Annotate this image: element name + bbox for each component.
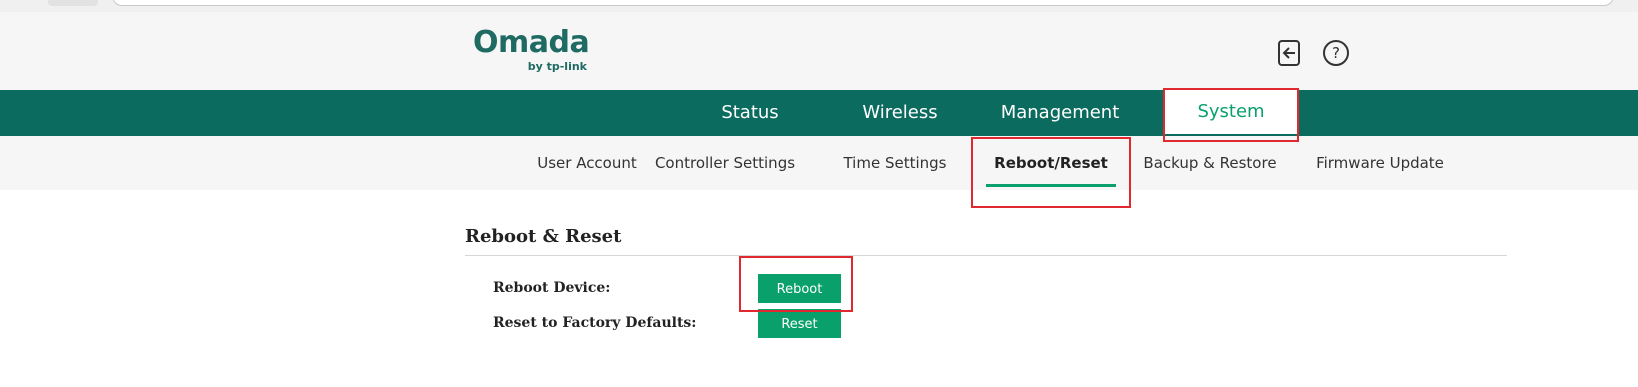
tab-user-account[interactable]: User Account xyxy=(517,136,657,190)
main-navigation: Status Wireless Management System xyxy=(0,90,1638,136)
reset-factory-label: Reset to Factory Defaults: xyxy=(493,315,697,331)
tab-controller-settings[interactable]: Controller Settings xyxy=(650,136,800,190)
browser-address-bar[interactable] xyxy=(112,0,1614,6)
browser-chrome xyxy=(0,0,1638,12)
tab-reboot-reset[interactable]: Reboot/Reset xyxy=(985,136,1117,190)
section-divider xyxy=(465,255,1507,256)
tab-backup-restore[interactable]: Backup & Restore xyxy=(1140,136,1280,190)
nav-management[interactable]: Management xyxy=(995,90,1125,136)
nav-status[interactable]: Status xyxy=(690,90,810,136)
nav-system[interactable]: System xyxy=(1163,90,1299,134)
browser-tab[interactable] xyxy=(48,0,98,6)
sub-navigation: User Account Controller Settings Time Se… xyxy=(0,136,1638,190)
nav-wireless[interactable]: Wireless xyxy=(835,90,965,136)
reboot-device-label: Reboot Device: xyxy=(493,280,611,296)
logout-icon[interactable] xyxy=(1274,38,1304,68)
logo-brand: Omada xyxy=(473,25,590,60)
reboot-button[interactable]: Reboot xyxy=(758,274,841,303)
tab-time-settings[interactable]: Time Settings xyxy=(835,136,955,190)
active-tab-indicator xyxy=(986,184,1116,187)
reset-button[interactable]: Reset xyxy=(758,309,841,338)
svg-text:?: ? xyxy=(1332,44,1340,62)
section-title: Reboot & Reset xyxy=(465,226,622,247)
help-icon[interactable]: ? xyxy=(1321,38,1351,68)
omada-logo: Omada by tp-link xyxy=(473,28,603,78)
header: Omada by tp-link ? xyxy=(0,12,1638,90)
logo-subtitle: by tp-link xyxy=(527,60,587,73)
tab-firmware-update[interactable]: Firmware Update xyxy=(1310,136,1450,190)
